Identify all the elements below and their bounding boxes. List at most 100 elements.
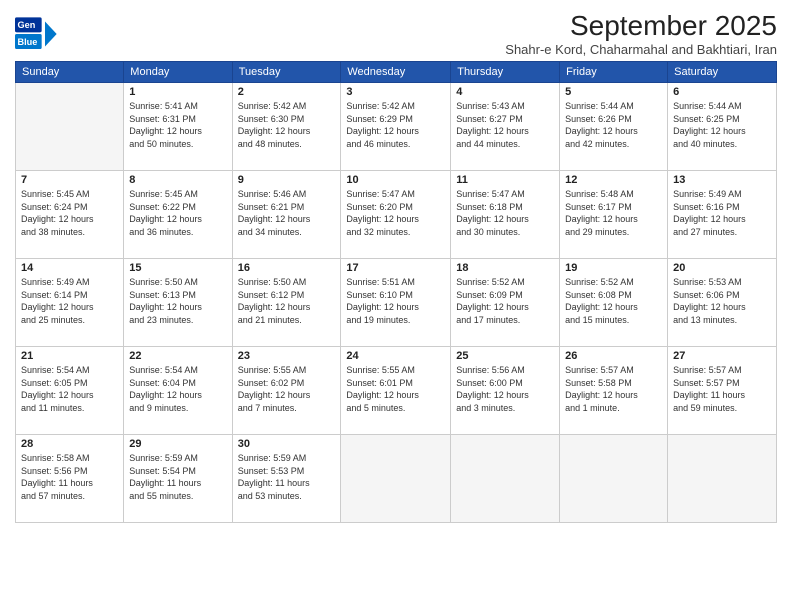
day-number: 1 — [129, 86, 226, 98]
day-number: 11 — [456, 174, 554, 186]
day-number: 18 — [456, 262, 554, 274]
day-number: 25 — [456, 350, 554, 362]
day-number: 6 — [673, 86, 771, 98]
weekday-header-friday: Friday — [560, 62, 668, 83]
page-title: September 2025 — [505, 10, 777, 42]
weekday-header-thursday: Thursday — [451, 62, 560, 83]
table-cell: 1 Sunrise: 5:41 AMSunset: 6:31 PMDaylight… — [124, 83, 232, 171]
day-info: Sunrise: 5:44 AMSunset: 6:25 PMDaylight:… — [673, 100, 771, 150]
day-number: 14 — [21, 262, 118, 274]
table-cell: 4Sunrise: 5:43 AMSunset: 6:27 PMDaylight… — [451, 83, 560, 171]
weekday-header-monday: Monday — [124, 62, 232, 83]
day-info: Sunrise: 5:45 AMSunset: 6:24 PMDaylight:… — [21, 188, 118, 238]
day-info: Sunrise: 5:47 AMSunset: 6:18 PMDaylight:… — [456, 188, 554, 238]
table-cell: 7 Sunrise: 5:45 AMSunset: 6:24 PMDaylight… — [16, 171, 124, 259]
day-number: 7 — [21, 174, 118, 186]
day-info: Sunrise: 5:41 AMSunset: 6:31 PMDaylight:… — [129, 100, 226, 150]
table-cell: 18 Sunrise: 5:52 AMSunset: 6:09 PMDayligh… — [451, 259, 560, 347]
day-number: 2 — [238, 86, 336, 98]
day-info: Sunrise: 5:48 AMSunset: 6:17 PMDaylight:… — [565, 188, 662, 238]
day-number: 8 — [129, 174, 226, 186]
table-cell: 16 Sunrise: 5:50 AMSunset: 6:12 PMDayligh… — [232, 259, 341, 347]
table-cell — [341, 435, 451, 523]
table-cell: 26 Sunrise: 5:57 AMSunset: 5:58 PMDayligh… — [560, 347, 668, 435]
table-cell: 8 Sunrise: 5:45 AMSunset: 6:22 PMDaylight… — [124, 171, 232, 259]
day-number: 23 — [238, 350, 336, 362]
day-number: 28 — [21, 438, 118, 450]
table-cell — [16, 83, 124, 171]
table-cell: 21Sunrise: 5:54 AMSunset: 6:05 PMDayligh… — [16, 347, 124, 435]
week-row-1: 1 Sunrise: 5:41 AMSunset: 6:31 PMDaylight… — [16, 83, 777, 171]
table-cell — [560, 435, 668, 523]
table-cell: 22 Sunrise: 5:54 AMSunset: 6:04 PMDayligh… — [124, 347, 232, 435]
table-cell: 11 Sunrise: 5:47 AMSunset: 6:18 PMDayligh… — [451, 171, 560, 259]
day-info: Sunrise: 5:59 AMSunset: 5:53 PMDaylight:… — [238, 452, 336, 502]
table-cell: 9 Sunrise: 5:46 AMSunset: 6:21 PMDaylight… — [232, 171, 341, 259]
day-info: Sunrise: 5:55 AMSunset: 6:02 PMDaylight:… — [238, 364, 336, 414]
day-info: Sunrise: 5:47 AMSunset: 6:20 PMDaylight:… — [346, 188, 445, 238]
day-number: 22 — [129, 350, 226, 362]
day-info: Sunrise: 5:45 AMSunset: 6:22 PMDaylight:… — [129, 188, 226, 238]
day-info: Sunrise: 5:54 AMSunset: 6:04 PMDaylight:… — [129, 364, 226, 414]
day-info: Sunrise: 5:58 AMSunset: 5:56 PMDaylight:… — [21, 452, 118, 502]
week-row-3: 14 Sunrise: 5:49 AMSunset: 6:14 PMDayligh… — [16, 259, 777, 347]
table-cell: 14 Sunrise: 5:49 AMSunset: 6:14 PMDayligh… — [16, 259, 124, 347]
table-cell: 15 Sunrise: 5:50 AMSunset: 6:13 PMDayligh… — [124, 259, 232, 347]
day-info: Sunrise: 5:50 AMSunset: 6:13 PMDaylight:… — [129, 276, 226, 326]
day-info: Sunrise: 5:52 AMSunset: 6:09 PMDaylight:… — [456, 276, 554, 326]
svg-text:Gen: Gen — [18, 20, 36, 30]
day-number: 20 — [673, 262, 771, 274]
day-number: 9 — [238, 174, 336, 186]
day-info: Sunrise: 5:56 AMSunset: 6:00 PMDaylight:… — [456, 364, 554, 414]
logo: Gen Blue — [15, 14, 65, 54]
day-info: Sunrise: 5:42 AMSunset: 6:29 PMDaylight:… — [346, 100, 445, 150]
table-cell: 10Sunrise: 5:47 AMSunset: 6:20 PMDayligh… — [341, 171, 451, 259]
day-number: 15 — [129, 262, 226, 274]
day-info: Sunrise: 5:49 AMSunset: 6:14 PMDaylight:… — [21, 276, 118, 326]
day-number: 26 — [565, 350, 662, 362]
table-cell: 12 Sunrise: 5:48 AMSunset: 6:17 PMDayligh… — [560, 171, 668, 259]
table-cell: 13Sunrise: 5:49 AMSunset: 6:16 PMDayligh… — [668, 171, 777, 259]
table-cell: 27 Sunrise: 5:57 AMSunset: 5:57 PMDayligh… — [668, 347, 777, 435]
day-info: Sunrise: 5:54 AMSunset: 6:05 PMDaylight:… — [21, 364, 118, 414]
day-info: Sunrise: 5:44 AMSunset: 6:26 PMDaylight:… — [565, 100, 662, 150]
day-number: 30 — [238, 438, 336, 450]
day-number: 16 — [238, 262, 336, 274]
day-info: Sunrise: 5:59 AMSunset: 5:54 PMDaylight:… — [129, 452, 226, 502]
table-cell — [451, 435, 560, 523]
day-number: 17 — [346, 262, 445, 274]
day-info: Sunrise: 5:53 AMSunset: 6:06 PMDaylight:… — [673, 276, 771, 326]
weekday-header-saturday: Saturday — [668, 62, 777, 83]
table-cell: 2 Sunrise: 5:42 AMSunset: 6:30 PMDaylight… — [232, 83, 341, 171]
table-cell: 5Sunrise: 5:44 AMSunset: 6:26 PMDaylight… — [560, 83, 668, 171]
day-info: Sunrise: 5:49 AMSunset: 6:16 PMDaylight:… — [673, 188, 771, 238]
day-number: 27 — [673, 350, 771, 362]
week-row-5: 28 Sunrise: 5:58 AMSunset: 5:56 PMDayligh… — [16, 435, 777, 523]
weekday-header-sunday: Sunday — [16, 62, 124, 83]
day-info: Sunrise: 5:57 AMSunset: 5:57 PMDaylight:… — [673, 364, 771, 414]
calendar-table: SundayMondayTuesdayWednesdayThursdayFrid… — [15, 61, 777, 523]
table-cell: 28 Sunrise: 5:58 AMSunset: 5:56 PMDayligh… — [16, 435, 124, 523]
svg-text:Blue: Blue — [18, 37, 38, 47]
day-info: Sunrise: 5:57 AMSunset: 5:58 PMDaylight:… — [565, 364, 662, 414]
day-info: Sunrise: 5:55 AMSunset: 6:01 PMDaylight:… — [346, 364, 445, 414]
table-cell: 23 Sunrise: 5:55 AMSunset: 6:02 PMDayligh… — [232, 347, 341, 435]
table-cell: 3 Sunrise: 5:42 AMSunset: 6:29 PMDaylight… — [341, 83, 451, 171]
day-info: Sunrise: 5:51 AMSunset: 6:10 PMDaylight:… — [346, 276, 445, 326]
weekday-header-wednesday: Wednesday — [341, 62, 451, 83]
day-info: Sunrise: 5:42 AMSunset: 6:30 PMDaylight:… — [238, 100, 336, 150]
day-info: Sunrise: 5:46 AMSunset: 6:21 PMDaylight:… — [238, 188, 336, 238]
table-cell: 25 Sunrise: 5:56 AMSunset: 6:00 PMDayligh… — [451, 347, 560, 435]
table-cell: 19Sunrise: 5:52 AMSunset: 6:08 PMDayligh… — [560, 259, 668, 347]
day-number: 3 — [346, 86, 445, 98]
table-cell: 20 Sunrise: 5:53 AMSunset: 6:06 PMDayligh… — [668, 259, 777, 347]
day-number: 19 — [565, 262, 662, 274]
table-cell: 6 Sunrise: 5:44 AMSunset: 6:25 PMDaylight… — [668, 83, 777, 171]
week-row-4: 21Sunrise: 5:54 AMSunset: 6:05 PMDayligh… — [16, 347, 777, 435]
day-number: 12 — [565, 174, 662, 186]
table-cell: 29 Sunrise: 5:59 AMSunset: 5:54 PMDayligh… — [124, 435, 232, 523]
day-info: Sunrise: 5:50 AMSunset: 6:12 PMDaylight:… — [238, 276, 336, 326]
day-info: Sunrise: 5:43 AMSunset: 6:27 PMDaylight:… — [456, 100, 554, 150]
day-number: 29 — [129, 438, 226, 450]
table-cell: 24Sunrise: 5:55 AMSunset: 6:01 PMDayligh… — [341, 347, 451, 435]
